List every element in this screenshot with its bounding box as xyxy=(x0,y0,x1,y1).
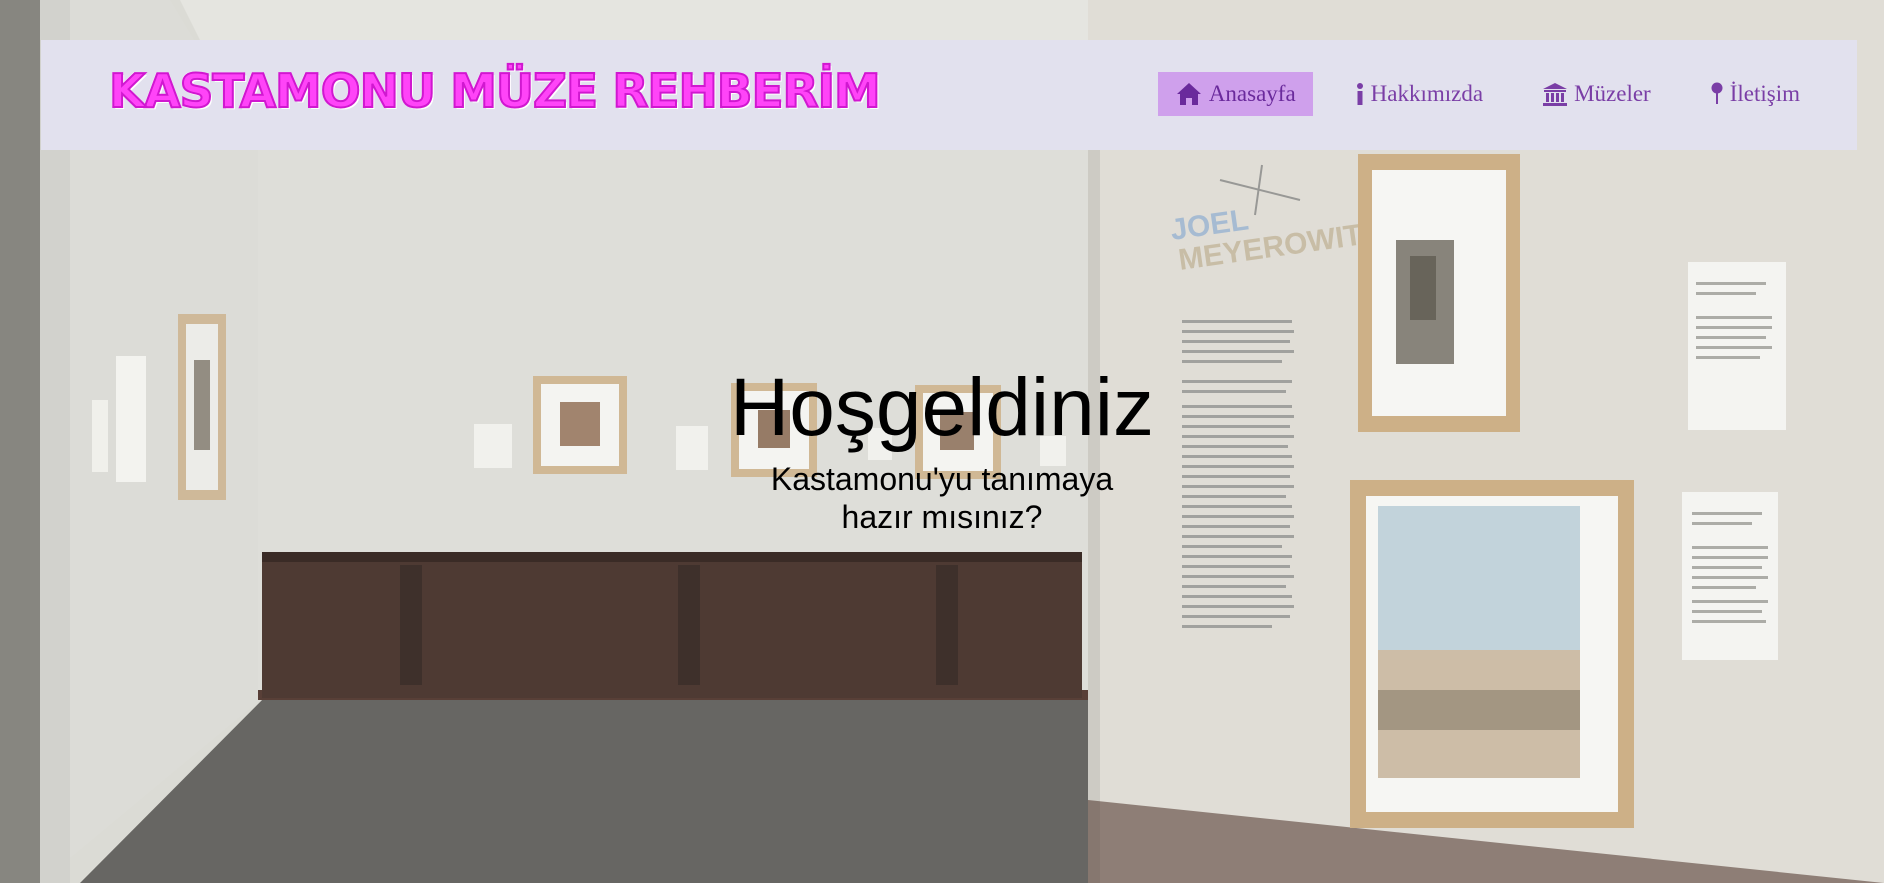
home-icon xyxy=(1176,83,1201,105)
nav-item-muzeler[interactable]: Müzeler xyxy=(1525,72,1668,116)
hero-subtitle: Kastamonu'yu tanımaya hazır mısınız? xyxy=(770,461,1114,535)
top-navbar: KASTAMONU MÜZE REHBERİM Anasayfa Hakkımı… xyxy=(41,40,1857,150)
museum-icon xyxy=(1543,83,1568,106)
site-logo-title[interactable]: KASTAMONU MÜZE REHBERİM xyxy=(108,65,882,117)
nav-menu: Anasayfa Hakkımızda Müzeler İletişim xyxy=(1133,72,1817,116)
nav-item-anasayfa[interactable]: Anasayfa xyxy=(1157,72,1313,116)
nav-item-iletisim[interactable]: İletişim xyxy=(1693,72,1817,116)
hero-section: JOEL MEYEROWITZ KASTAMONU MÜZE REHBERİM … xyxy=(0,0,1884,883)
nav-item-hakkimizda[interactable]: Hakkımızda xyxy=(1338,72,1500,116)
info-icon xyxy=(1356,83,1363,105)
nav-item-label: Müzeler xyxy=(1574,81,1651,106)
hero-text-block: Hoşgeldiniz Kastamonu'yu tanımaya hazır … xyxy=(0,360,1884,536)
nav-item-label: İletişim xyxy=(1729,81,1800,106)
nav-item-label: Hakkımızda xyxy=(1370,81,1484,106)
nav-item-label: Anasayfa xyxy=(1208,81,1296,106)
hero-title: Hoşgeldiniz xyxy=(730,362,1154,453)
map-pin-icon xyxy=(1711,82,1723,104)
